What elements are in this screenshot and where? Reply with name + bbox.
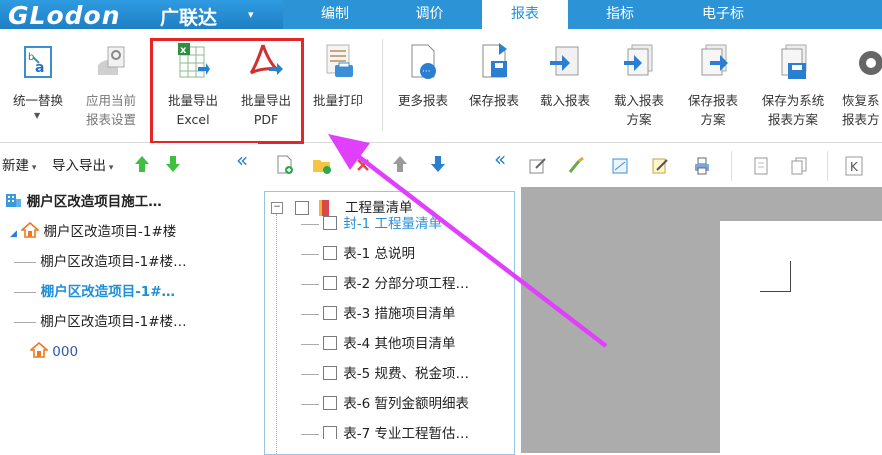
annotation-arrow xyxy=(328,134,608,348)
